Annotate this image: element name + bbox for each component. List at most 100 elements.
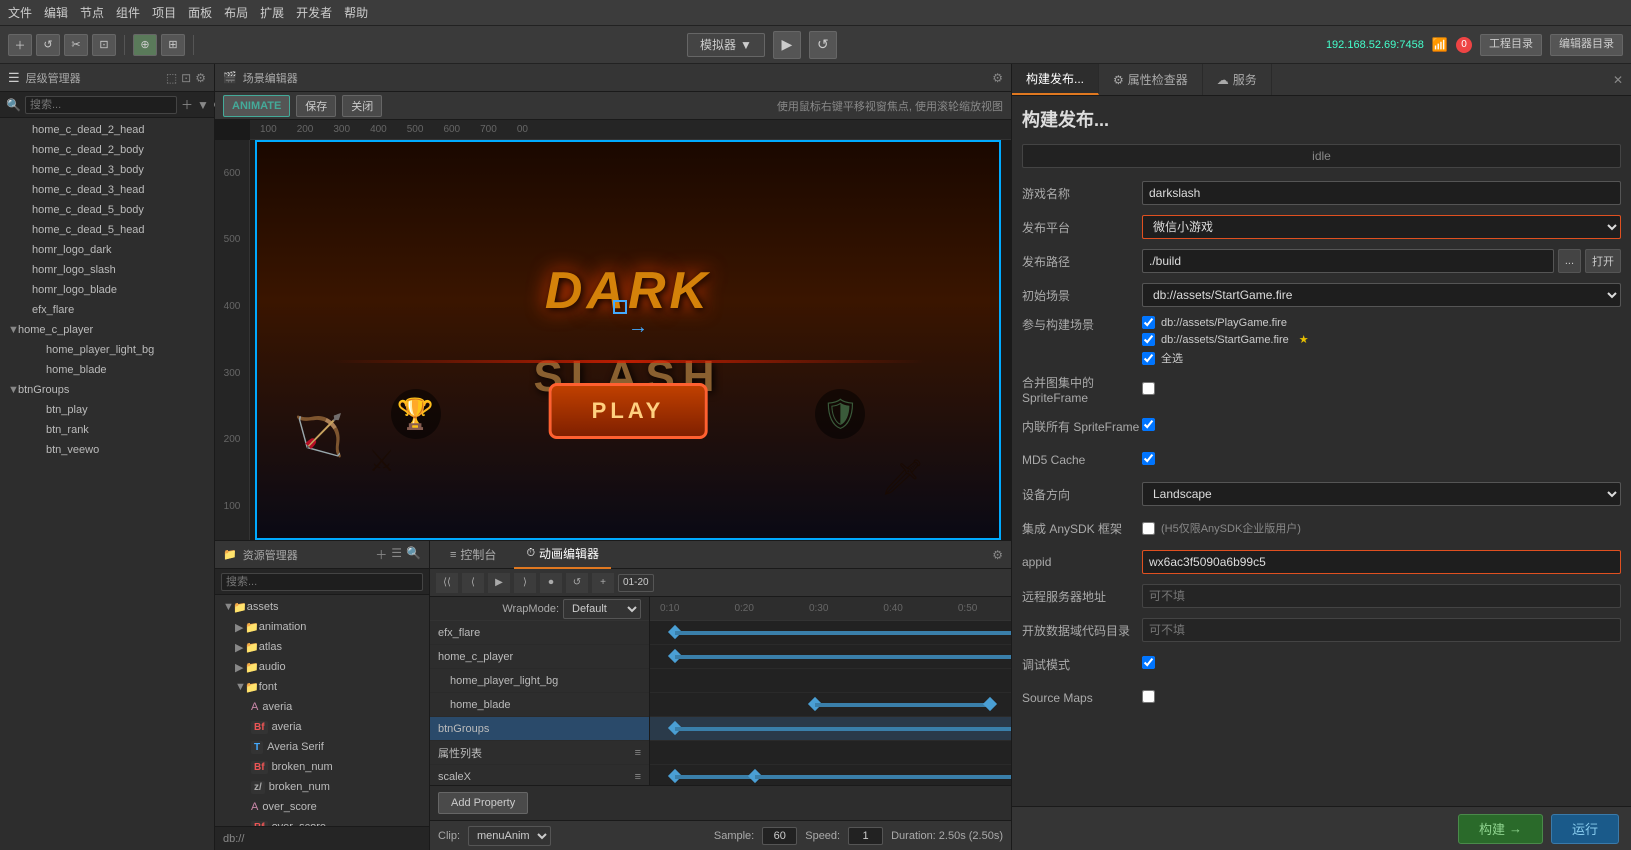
appid-input[interactable]: [1142, 550, 1621, 574]
menu-item-面板[interactable]: 面板: [188, 4, 212, 21]
wrapmode-select[interactable]: Default Normal Loop PingPong: [563, 599, 641, 619]
anysdk-checkbox[interactable]: [1142, 522, 1155, 535]
tab-build[interactable]: 构建发布...: [1012, 64, 1099, 95]
hierarchy-action1[interactable]: ⬚: [166, 71, 177, 85]
track-scalex[interactable]: scaleX ≡: [430, 765, 649, 785]
assets-atlas[interactable]: ▶ 📁 atlas: [215, 637, 429, 657]
assets-search-input[interactable]: [221, 573, 423, 591]
lane-efx-flare[interactable]: [650, 621, 1011, 645]
inline-sprite-checkbox[interactable]: [1142, 418, 1155, 431]
tl-loop[interactable]: ↺: [566, 573, 588, 593]
hierarchy-item-14[interactable]: btn_play: [0, 400, 214, 420]
hierarchy-item-8[interactable]: homr_logo_blade: [0, 280, 214, 300]
kf-blade-2[interactable]: [983, 697, 997, 711]
hierarchy-item-6[interactable]: homr_logo_dark: [0, 240, 214, 260]
open-data-input[interactable]: [1142, 618, 1621, 642]
scene-playgame-checkbox[interactable]: [1142, 316, 1155, 329]
menu-item-节点[interactable]: 节点: [80, 4, 104, 21]
game-name-input[interactable]: [1142, 181, 1621, 205]
cut-btn[interactable]: ✂: [64, 34, 88, 56]
save-scene-button[interactable]: 保存: [296, 95, 336, 117]
hierarchy-item-13[interactable]: ▼btnGroups: [0, 380, 214, 400]
tab-service[interactable]: ☁ 服务: [1203, 64, 1272, 95]
tl-record[interactable]: ⏺: [540, 573, 562, 593]
source-maps-checkbox[interactable]: [1142, 690, 1155, 703]
play-button[interactable]: ▶: [773, 31, 801, 59]
hierarchy-item-11[interactable]: home_player_light_bg: [0, 340, 214, 360]
remote-server-input[interactable]: [1142, 584, 1621, 608]
sample-input[interactable]: [762, 827, 797, 845]
hierarchy-item-7[interactable]: homr_logo_slash: [0, 260, 214, 280]
debug-checkbox[interactable]: [1142, 656, 1155, 669]
scalex-menu[interactable]: ≡: [635, 771, 641, 783]
platform-select[interactable]: 微信小游戏 Web Mobile Web Desktop Android iOS: [1142, 215, 1621, 239]
hierarchy-item-1[interactable]: home_c_dead_2_body: [0, 140, 214, 160]
scene-canvas[interactable]: 🏹 ⚔ 🗡 DARK SLASH PLAY 🏆 🛡: [255, 140, 1001, 540]
menu-item-布局[interactable]: 布局: [224, 4, 248, 21]
hierarchy-item-16[interactable]: btn_veewo: [0, 440, 214, 460]
editor-dir-button[interactable]: 编辑器目录: [1550, 34, 1623, 56]
hierarchy-item-5[interactable]: home_c_dead_5_head: [0, 220, 214, 240]
assets-broken-num2[interactable]: z/ broken_num: [215, 777, 429, 797]
track-home-player[interactable]: home_c_player: [430, 645, 649, 669]
anim-editor-tab[interactable]: ⏱ 动画编辑器: [514, 541, 611, 569]
assets-averia-serif[interactable]: T Averia Serif: [215, 737, 429, 757]
copy-btn[interactable]: ⊡: [92, 34, 116, 56]
track-btngroups[interactable]: btnGroups: [430, 717, 649, 741]
menu-item-项目[interactable]: 项目: [152, 4, 176, 21]
simulate-button[interactable]: 模拟器 ▼: [687, 33, 765, 57]
hierarchy-item-0[interactable]: home_c_dead_2_head: [0, 120, 214, 140]
filter-icon[interactable]: ▼: [197, 98, 209, 112]
path-input[interactable]: [1142, 249, 1554, 273]
hierarchy-item-3[interactable]: home_c_dead_3_head: [0, 180, 214, 200]
menu-item-开发者[interactable]: 开发者: [296, 4, 332, 21]
panel-close-btn[interactable]: ✕: [1613, 73, 1623, 87]
hierarchy-item-12[interactable]: home_blade: [0, 360, 214, 380]
add-node-icon[interactable]: ＋: [181, 96, 193, 113]
tl-add-frame[interactable]: +: [592, 573, 614, 593]
select-btn[interactable]: ⊞: [161, 34, 185, 56]
orientation-select[interactable]: Landscape Portrait: [1142, 482, 1621, 506]
scene-startgame-checkbox[interactable]: [1142, 333, 1155, 346]
assets-search-btn[interactable]: 🔍: [406, 546, 421, 563]
assets-action1[interactable]: ＋: [375, 546, 387, 563]
assets-averia2[interactable]: Bf averia: [215, 717, 429, 737]
add-property-button[interactable]: Add Property: [438, 792, 528, 814]
speed-input[interactable]: [848, 827, 883, 845]
tl-play[interactable]: ▶: [488, 573, 510, 593]
lane-btngroups[interactable]: [650, 717, 1011, 741]
assets-broken-num1[interactable]: Bf broken_num: [215, 757, 429, 777]
scene-settings[interactable]: ⚙: [992, 71, 1003, 85]
track-efx-flare[interactable]: efx_flare: [430, 621, 649, 645]
close-scene-button[interactable]: 关闭: [342, 95, 382, 117]
selection-handle[interactable]: [613, 300, 627, 314]
assets-over-score2[interactable]: Bf over_score: [215, 817, 429, 826]
assets-action2[interactable]: ☰: [391, 546, 402, 563]
tab-inspector[interactable]: ⚙ 属性检查器: [1099, 64, 1203, 95]
tl-prev-frame[interactable]: ⟨: [462, 573, 484, 593]
assets-font[interactable]: ▼ 📁 font: [215, 677, 429, 697]
path-open-btn[interactable]: 打开: [1585, 249, 1621, 273]
assets-animation[interactable]: ▶ 📁 animation: [215, 617, 429, 637]
run-button[interactable]: 运行: [1551, 814, 1619, 844]
timeline-tracks[interactable]: 0:10 0:20 0:30 0:40 0:50 1:00 1:10 1:20: [650, 597, 1011, 785]
build-button[interactable]: 构建 →: [1458, 814, 1543, 844]
play-game-button[interactable]: PLAY: [549, 383, 708, 439]
add-btn[interactable]: ＋: [8, 34, 32, 56]
menu-item-帮助[interactable]: 帮助: [344, 4, 368, 21]
hierarchy-item-10[interactable]: ▼home_c_player: [0, 320, 214, 340]
scene-content[interactable]: 100 200 300 400 500 600 700 00 600 500 4…: [215, 120, 1011, 540]
lane-scalex[interactable]: [650, 765, 1011, 785]
project-dir-button[interactable]: 工程目录: [1480, 34, 1542, 56]
tl-settings[interactable]: ⚙: [992, 548, 1003, 562]
hierarchy-settings[interactable]: ⚙: [195, 71, 206, 85]
tl-next-frame[interactable]: ⟩: [514, 573, 536, 593]
assets-root-item[interactable]: ▼ 📁 assets: [215, 597, 429, 617]
move-btn[interactable]: ⊕: [133, 34, 157, 56]
reload-button[interactable]: ↺: [809, 31, 837, 59]
assets-over-score1[interactable]: A over_score: [215, 797, 429, 817]
console-tab[interactable]: ≡ 控制台: [438, 541, 508, 569]
md5-checkbox[interactable]: [1142, 452, 1155, 465]
assets-averia1[interactable]: A averia: [215, 697, 429, 717]
lane-home-player[interactable]: [650, 645, 1011, 669]
